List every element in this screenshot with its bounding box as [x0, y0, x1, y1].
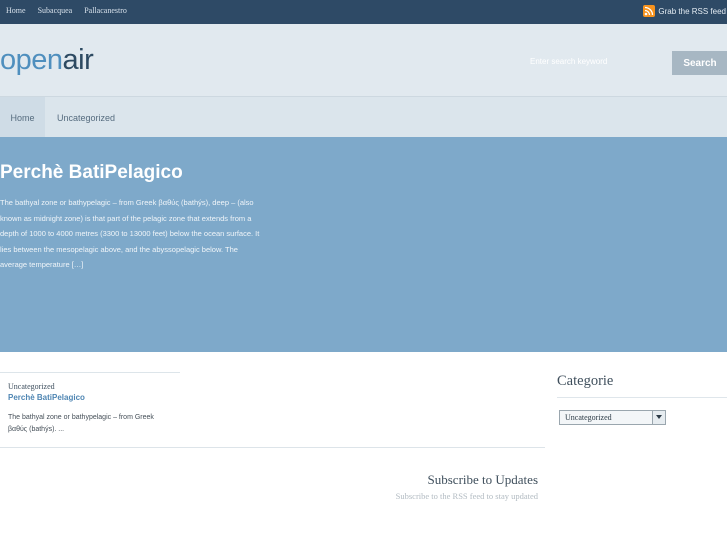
post-excerpt: The bathyal zone or bathypelagic – from … — [8, 414, 154, 433]
category-select[interactable]: Uncategorized — [559, 410, 666, 425]
featured-post-excerpt: The bathyal zone or bathypelagic – from … — [0, 198, 260, 269]
post-card: Uncategorized Perchè BatiPelagico The ba… — [0, 372, 180, 433]
sidebar-divider — [557, 397, 727, 398]
sidebar-categories-title: Categorie — [557, 373, 614, 389]
nav-item-home[interactable]: Home — [0, 97, 45, 137]
post-title[interactable]: Perchè BatiPelagico — [8, 393, 85, 402]
rss-label: Grab the RSS feed — [658, 6, 726, 16]
main-nav: Home Uncategorized — [0, 97, 727, 138]
search-button[interactable]: Search — [672, 51, 727, 75]
rss-icon — [643, 5, 656, 17]
nav-item-uncategorized[interactable]: Uncategorized — [57, 97, 115, 137]
logo-part-open: open — [0, 44, 63, 76]
subscribe-subtitle: Subscribe to the RSS feed to stay update… — [395, 491, 538, 501]
rss-link[interactable]: Grab the RSS feed — [643, 5, 726, 17]
top-nav-subacquea[interactable]: Subacquea — [38, 6, 73, 15]
subscribe-title: Subscribe to Updates — [427, 472, 538, 487]
post-category[interactable]: Uncategorized — [8, 382, 55, 391]
logo-part-air: air — [62, 44, 94, 76]
category-select-value: Uncategorized — [565, 413, 612, 422]
site-logo[interactable]: openair — [0, 44, 94, 77]
site-header: openair Search — [0, 24, 727, 97]
content-divider — [0, 447, 545, 448]
top-nav: Home Subacquea Pallacanestro — [6, 6, 127, 15]
chevron-down-icon[interactable] — [652, 411, 665, 424]
featured-post: Perchè BatiPelagico The bathyal zone or … — [0, 137, 727, 352]
top-nav-pallacanestro[interactable]: Pallacanestro — [84, 6, 127, 15]
featured-post-title[interactable]: Perchè BatiPelagico — [0, 162, 183, 184]
top-bar: Home Subacquea Pallacanestro Grab the RS… — [0, 0, 727, 24]
top-nav-home[interactable]: Home — [6, 6, 26, 15]
search-input[interactable] — [524, 51, 676, 71]
